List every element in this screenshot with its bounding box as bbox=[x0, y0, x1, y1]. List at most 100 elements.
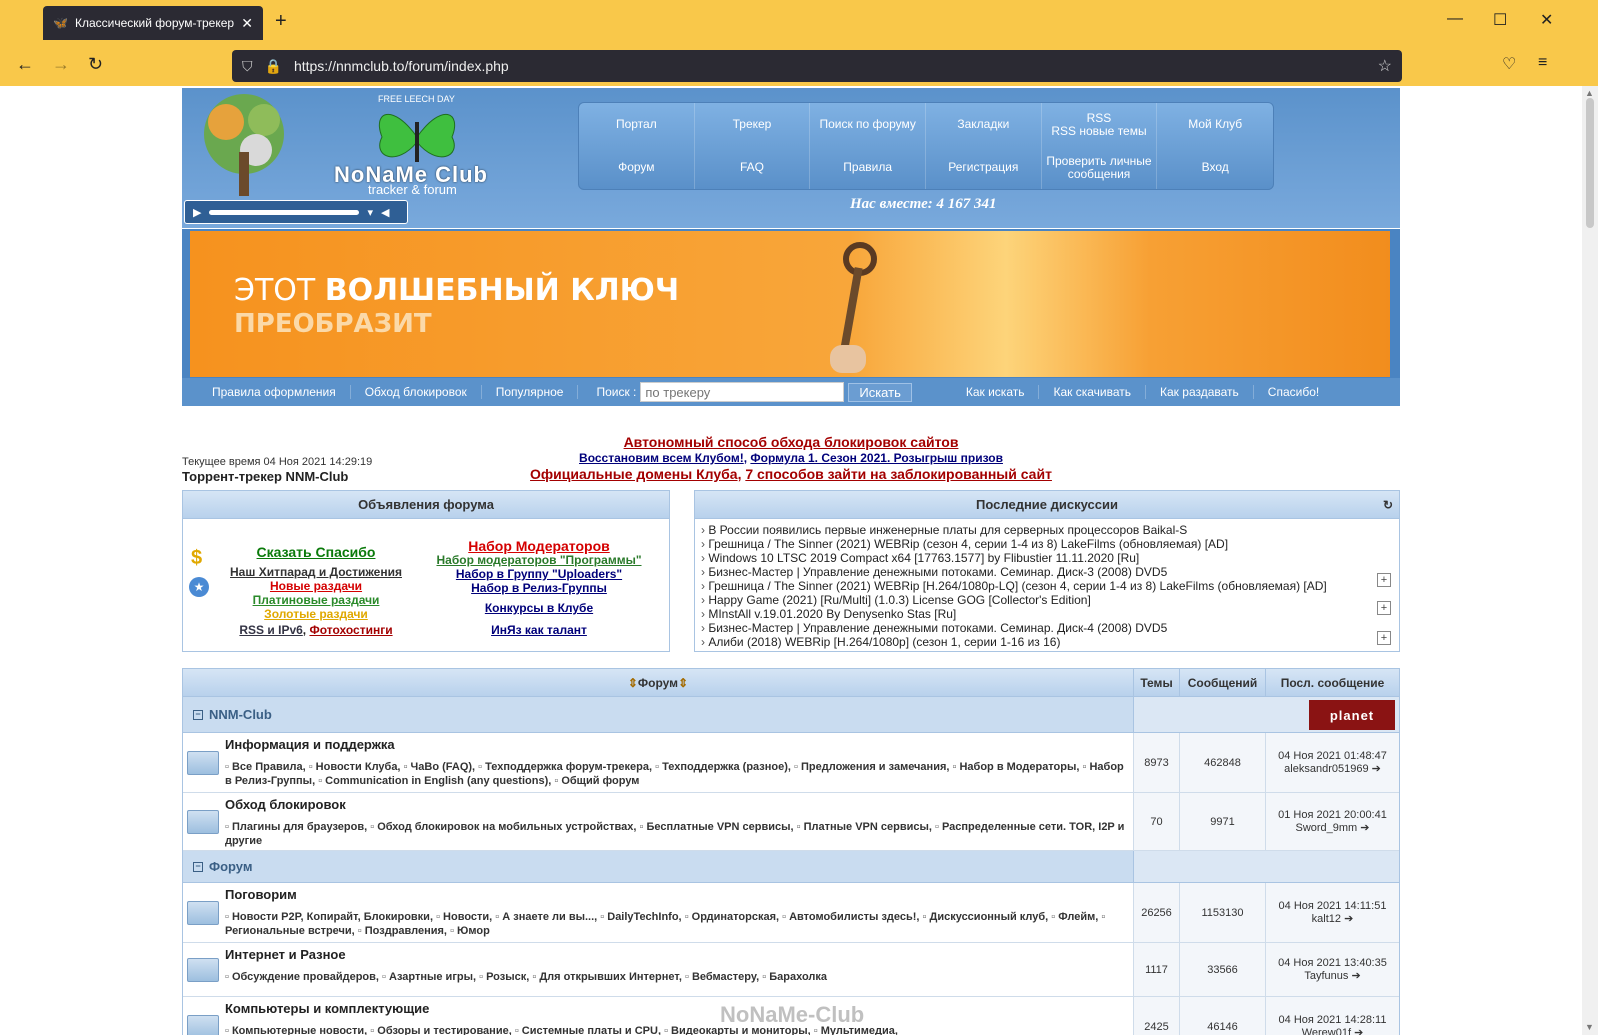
how-search-link[interactable]: Как искать bbox=[952, 385, 1040, 399]
menu-tracker[interactable]: Трекер bbox=[695, 103, 811, 146]
goto-post-icon[interactable]: ➔ bbox=[1360, 822, 1369, 834]
goto-post-icon[interactable]: ➔ bbox=[1354, 1027, 1363, 1035]
platinum-link[interactable]: Платиновые раздачи bbox=[221, 593, 411, 607]
subforum-link[interactable]: Компьютерные новости, bbox=[225, 1025, 367, 1035]
banner-image[interactable]: ЭТОТ ВОЛШЕБНЫЙ КЛЮЧ ПРЕОБРАЗИТ bbox=[190, 231, 1390, 377]
subforum-link[interactable]: DailyTechInfo, bbox=[600, 911, 681, 923]
expand-icon[interactable]: + bbox=[1377, 573, 1391, 587]
uploaders-link[interactable]: Набор в Группу "Uploaders" bbox=[427, 567, 651, 581]
subforum-link[interactable]: Обход блокировок на мобильных устройства… bbox=[370, 821, 636, 833]
search-button[interactable]: Искать bbox=[848, 382, 912, 402]
bookmark-star-icon[interactable]: ☆ bbox=[1378, 56, 1392, 76]
category-title[interactable]: − NNM-Club bbox=[183, 697, 1133, 732]
category-title[interactable]: − Форум bbox=[183, 851, 1133, 882]
hitparade-link[interactable]: Наш Хитпарад и Достижения bbox=[221, 565, 411, 579]
discussion-item[interactable]: Бизнес-Мастер | Управление денежными пот… bbox=[701, 565, 1393, 579]
ad-banner[interactable]: ЭТОТ ВОЛШЕБНЫЙ КЛЮЧ ПРЕОБРАЗИТ bbox=[182, 228, 1400, 378]
menu-forum[interactable]: Форум bbox=[579, 146, 695, 189]
popular-link[interactable]: Популярное bbox=[482, 385, 579, 399]
subforum-link[interactable]: Обсуждение провайдеров, bbox=[225, 971, 379, 983]
new-tab-icon[interactable]: + bbox=[275, 10, 287, 33]
subforum-link[interactable]: Ординаторская, bbox=[685, 911, 779, 923]
seven-ways-link[interactable]: 7 способов зайти на заблокированный сайт bbox=[745, 466, 1052, 482]
menu-forum-search[interactable]: Поиск по форуму bbox=[810, 103, 926, 146]
play-icon[interactable]: ▶ bbox=[193, 206, 201, 219]
expand-icon[interactable]: + bbox=[1377, 601, 1391, 615]
last-post-user[interactable]: Sword_9mm bbox=[1295, 822, 1357, 834]
menu-portal[interactable]: Портал bbox=[579, 103, 695, 146]
expand-icon[interactable]: + bbox=[1377, 631, 1391, 645]
subforum-link[interactable]: Дискуссионный клуб, bbox=[923, 911, 1049, 923]
discussion-item[interactable]: В России появились первые инженерные пла… bbox=[701, 523, 1393, 537]
forum-title[interactable]: Обход блокировок bbox=[225, 797, 1131, 812]
goto-post-icon[interactable]: ➔ bbox=[1372, 763, 1381, 775]
discussion-item[interactable]: Бизнес-Мастер | Управление денежными пот… bbox=[701, 621, 1393, 635]
subforum-link[interactable]: Барахолка bbox=[762, 971, 827, 983]
goto-post-icon[interactable]: ➔ bbox=[1351, 970, 1360, 982]
forward-icon[interactable]: → bbox=[52, 54, 70, 75]
menu-register[interactable]: Регистрация bbox=[926, 146, 1042, 189]
bypass-link[interactable]: Обход блокировок bbox=[351, 385, 482, 399]
subforum-link[interactable]: Вебмастеру, bbox=[685, 971, 759, 983]
discussion-item[interactable]: Windows 10 LTSC 2019 Compact x64 [17763.… bbox=[701, 551, 1393, 565]
collapse-icon[interactable]: − bbox=[193, 709, 203, 720]
search-input[interactable] bbox=[640, 382, 845, 402]
page-scrollbar[interactable]: ▲ ▼ bbox=[1582, 86, 1598, 1035]
scroll-up-icon[interactable]: ▲ bbox=[1585, 88, 1594, 98]
browser-tab[interactable]: 🦋 Классический форум-трекер ✕ bbox=[43, 6, 263, 40]
restore-club-link[interactable]: Восстановим всем Клубом! bbox=[579, 451, 744, 465]
subforum-link[interactable]: Юмор bbox=[450, 925, 490, 937]
subforum-link[interactable]: Общий форум bbox=[554, 775, 639, 787]
thanks-link[interactable]: Спасибо! bbox=[1254, 385, 1333, 399]
planet-banner[interactable]: planet bbox=[1309, 700, 1395, 730]
window-close-icon[interactable]: ✕ bbox=[1540, 10, 1553, 30]
contests-link[interactable]: Конкурсы в Клубе bbox=[427, 601, 651, 615]
subforum-link[interactable]: Новости Клуба, bbox=[309, 761, 401, 773]
scroll-down-icon[interactable]: ▼ bbox=[1585, 1022, 1594, 1032]
reload-icon[interactable]: ↻ bbox=[88, 54, 103, 75]
subforum-link[interactable]: Платные VPN сервисы, bbox=[797, 821, 932, 833]
subforum-link[interactable]: Новости P2P, Копирайт, Блокировки, bbox=[225, 911, 433, 923]
subforum-link[interactable]: Communication in English (any questions)… bbox=[318, 775, 551, 787]
menu-icon[interactable]: ≡ bbox=[1538, 54, 1547, 72]
rss-ipv6-link[interactable]: RSS и IPv6 bbox=[239, 623, 302, 637]
minimize-icon[interactable]: — bbox=[1447, 10, 1463, 28]
maximize-icon[interactable]: ☐ bbox=[1493, 10, 1507, 30]
mod-programs-link[interactable]: Набор модераторов "Программы" bbox=[427, 553, 651, 567]
menu-messages[interactable]: Проверить личные сообщения bbox=[1042, 146, 1158, 189]
last-post-user[interactable]: aleksandr051969 bbox=[1284, 763, 1368, 775]
subforum-link[interactable]: Обзоры и тестирование, bbox=[370, 1025, 511, 1035]
collapse-icon[interactable]: − bbox=[193, 861, 203, 872]
pocket-icon[interactable]: ♡ bbox=[1502, 54, 1516, 74]
menu-rules[interactable]: Правила bbox=[810, 146, 926, 189]
how-seed-link[interactable]: Как раздавать bbox=[1146, 385, 1254, 399]
subforum-link[interactable]: Предложения и замечания, bbox=[794, 761, 949, 773]
address-bar[interactable]: ⛉ 🔒 https://nnmclub.to/forum/index.php ☆ bbox=[232, 50, 1402, 82]
subforum-link[interactable]: Розыск, bbox=[479, 971, 529, 983]
tracker-title[interactable]: Торрент-трекер NNM-Club bbox=[182, 469, 348, 484]
f1-link[interactable]: Формула 1. Сезон 2021. Розыгрыш призов bbox=[750, 451, 1003, 465]
menu-my-club[interactable]: Мой Клуб bbox=[1157, 103, 1273, 146]
last-post-user[interactable]: Tayfunus bbox=[1304, 970, 1348, 982]
discussion-item[interactable]: Алиби (2018) WEBRip [H.264/1080p] (сезон… bbox=[701, 635, 1393, 649]
subforum-link[interactable]: Плагины для браузеров, bbox=[225, 821, 367, 833]
menu-faq[interactable]: FAQ bbox=[695, 146, 811, 189]
back-icon[interactable]: ← bbox=[16, 54, 34, 75]
volume-icon[interactable]: ◀ bbox=[381, 206, 389, 219]
rules-link[interactable]: Правила оформления bbox=[198, 385, 351, 399]
official-domains-link[interactable]: Официальные домены Клуба bbox=[530, 466, 738, 482]
forum-title[interactable]: Интернет и Разное bbox=[225, 947, 1131, 962]
subforum-link[interactable]: ЧаВо (FAQ), bbox=[404, 761, 476, 773]
photo-hosting-link[interactable]: Фотохостинги bbox=[309, 623, 392, 637]
menu-login[interactable]: Вход bbox=[1157, 146, 1273, 189]
subforum-link[interactable]: Автомобилисты здесь!, bbox=[782, 911, 919, 923]
moderators-link[interactable]: Набор Модераторов bbox=[427, 539, 651, 553]
subforum-link[interactable]: Все Правила, bbox=[225, 761, 306, 773]
discussion-item[interactable]: MInstAll v.19.01.2020 By Denysenko Stas … bbox=[701, 607, 1393, 621]
player-progress[interactable] bbox=[209, 209, 360, 215]
subforum-link[interactable]: Техподдержка форум-трекера, bbox=[478, 761, 652, 773]
subforum-link[interactable]: Флейм, bbox=[1051, 911, 1098, 923]
forum-title[interactable]: Информация и поддержка bbox=[225, 737, 1131, 752]
audio-player[interactable]: ▶ ▾ ◀ bbox=[184, 200, 408, 224]
menu-rss[interactable]: RSS RSS новые темы bbox=[1042, 103, 1158, 146]
